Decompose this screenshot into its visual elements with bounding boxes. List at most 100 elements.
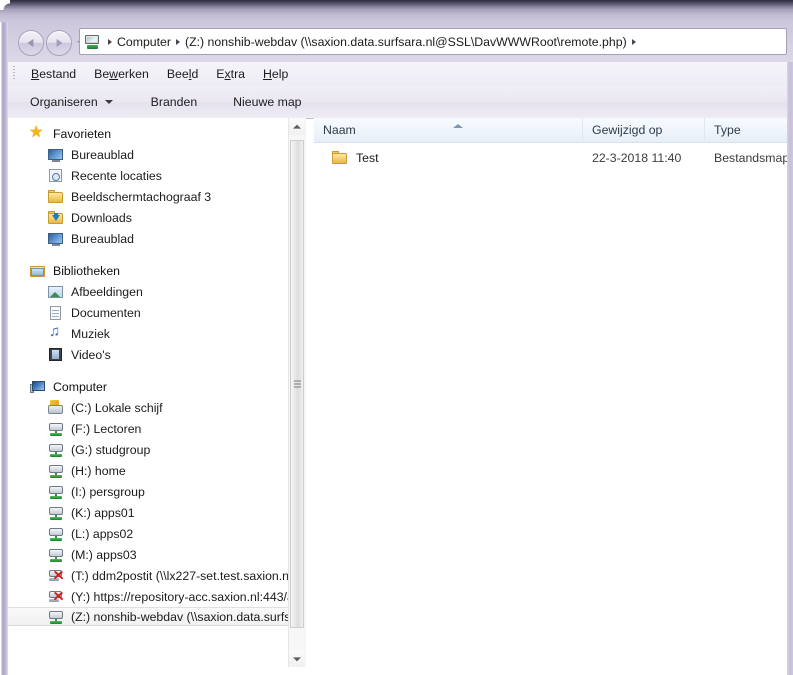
tree-item-m-apps03[interactable]: (M:) apps03 (8, 544, 300, 565)
column-header-gewijzigd-label: Gewijzigd op (592, 123, 663, 137)
organize-button[interactable]: Organiseren (20, 91, 123, 113)
tree-item-bureaublad[interactable]: Bureaublad (8, 228, 300, 249)
chevron-right-icon[interactable] (631, 38, 636, 45)
tree-item-g-studgroup[interactable]: (G:) studgroup (8, 439, 300, 460)
tree-item-label: (Z:) nonshib-webdav (\\saxion.data.surfs… (71, 609, 300, 624)
new-folder-label: Nieuwe map (233, 95, 302, 109)
navigation-pane: Favorieten Bureaublad Recente locaties Beel… (8, 118, 306, 667)
column-header-naam[interactable]: Naam (314, 118, 583, 142)
network-drive-icon (48, 463, 64, 479)
forward-arrow-icon (56, 39, 63, 47)
network-drive-icon (48, 505, 64, 521)
tree-item-video-s[interactable]: Video's (8, 344, 300, 365)
tree-item-muziek[interactable]: Muziek (8, 323, 300, 344)
toolbar-items: Organiseren Branden Nieuwe map (20, 86, 312, 118)
tree-item-label: (F:) Lectoren (71, 421, 142, 436)
tree-item-label: Favorieten (53, 126, 112, 141)
tree-item-i-persgroup[interactable]: (I:) persgroup (8, 481, 300, 502)
computer-icon (84, 34, 101, 50)
desktop-icon (48, 231, 64, 247)
menu-extra[interactable]: Extra (207, 65, 254, 83)
column-header-type-label: Type (714, 123, 741, 137)
scroll-up-button[interactable] (289, 118, 305, 135)
tree-item-label: Bibliotheken (53, 263, 120, 278)
scroll-down-button[interactable] (289, 650, 305, 667)
menu-help[interactable]: Help (254, 65, 297, 83)
pictures-icon (48, 284, 64, 300)
tree-item-label: Downloads (71, 210, 132, 225)
tree-item-l-apps02[interactable]: (L:) apps02 (8, 523, 300, 544)
menu-beeld[interactable]: Beeld (158, 65, 207, 83)
chevron-down-icon (293, 656, 301, 661)
tree-item-downloads[interactable]: Downloads (8, 207, 300, 228)
address-bar: Computer (Z:) nonshib-webdav (\\saxion.d… (8, 22, 793, 62)
videos-icon (48, 347, 64, 363)
scrollbar-thumb[interactable] (290, 140, 304, 628)
tree-item-k-apps01[interactable]: (K:) apps01 (8, 502, 300, 523)
tree-item-f-lectoren[interactable]: (F:) Lectoren (8, 418, 300, 439)
forward-button[interactable] (46, 30, 72, 56)
tree-item-label: (H:) home (71, 463, 126, 478)
tree-group-favorieten[interactable]: Favorieten (8, 122, 300, 144)
star-icon (29, 122, 46, 142)
breadcrumb-item-computer[interactable]: Computer (117, 35, 171, 49)
tree-item-h-home[interactable]: (H:) home (8, 460, 300, 481)
tree-item-c-lokale-schijf[interactable]: (C:) Lokale schijf (8, 397, 300, 418)
cell-type: Bestandsmap (714, 151, 787, 165)
network-drive-icon (48, 547, 64, 563)
tree-group-bibliotheken[interactable]: Bibliotheken (8, 260, 300, 281)
burn-button[interactable]: Branden (141, 91, 208, 113)
computer-icon (30, 379, 46, 395)
table-row[interactable]: Test 22-3-2018 11:40 Bestandsmap (314, 146, 787, 170)
column-header-naam-label: Naam (323, 123, 356, 137)
network-drive-icon (48, 442, 64, 458)
documents-icon (48, 305, 64, 321)
navigation-scrollbar[interactable] (288, 118, 306, 667)
tree-item-label: Muziek (71, 326, 110, 341)
tree-item-recente-locaties[interactable]: Recente locaties (8, 165, 300, 186)
tree-item-label: (G:) studgroup (71, 442, 151, 457)
folder-icon (332, 150, 348, 166)
menu-bestand[interactable]: Bestand (22, 65, 85, 83)
tree-item-z-nonshib-webdav-saxion-data-surfs[interactable]: (Z:) nonshib-webdav (\\saxion.data.surfs… (8, 607, 300, 626)
breadcrumb[interactable]: Computer (Z:) nonshib-webdav (\\saxion.d… (79, 28, 787, 55)
chevron-right-icon (176, 38, 180, 45)
local-disk-icon (48, 399, 64, 416)
scrollbar-track[interactable] (289, 135, 305, 650)
tree-item-label: (I:) persgroup (71, 484, 145, 499)
explorer-window: Computer (Z:) nonshib-webdav (\\saxion.d… (0, 0, 793, 675)
downloads-folder-icon (48, 210, 64, 226)
tree-item-label: Recente locaties (71, 168, 162, 183)
tree-item-label: Bureaublad (71, 231, 134, 246)
tree-item-label: Computer (53, 379, 107, 394)
tree-item-y-https-repository-acc-saxion-nl-4[interactable]: (Y:) https://repository-acc.saxion.nl:44… (8, 586, 300, 607)
network-drive-icon (48, 484, 64, 500)
tree-group-computer[interactable]: Computer (8, 376, 300, 397)
menu-bar: Bestand Bewerken Beeld Extra Help (8, 62, 787, 87)
menu-items: Bestand Bewerken Beeld Extra Help (22, 62, 297, 86)
libraries-icon (30, 263, 46, 279)
file-name: Test (356, 151, 379, 165)
command-toolbar: Organiseren Branden Nieuwe map (8, 86, 787, 119)
tree-item-bureaublad[interactable]: Bureaublad (8, 144, 300, 165)
new-folder-button[interactable]: Nieuwe map (223, 91, 311, 113)
menu-bewerken[interactable]: Bewerken (85, 65, 158, 83)
column-header-gewijzigd-op[interactable]: Gewijzigd op (583, 118, 705, 142)
network-drive-icon (48, 421, 64, 437)
window-border-left (0, 22, 8, 675)
network-drive-icon (48, 526, 64, 542)
cell-naam: Test (332, 150, 379, 166)
tree-item-documenten[interactable]: Documenten (8, 302, 300, 323)
file-list-pane: Naam Gewijzigd op Type Test 22-3-2018 11:… (314, 118, 787, 667)
tree-item-label: Video's (71, 347, 111, 362)
tree-item-t-ddm2postit-lx227-set-test-saxion[interactable]: (T:) ddm2postit (\\lx227-set.test.saxion… (8, 565, 300, 586)
column-header-type[interactable]: Type (705, 118, 787, 142)
breadcrumb-item-drive[interactable]: (Z:) nonshib-webdav (\\saxion.data.surfs… (185, 35, 627, 49)
tree-group-spacer (8, 365, 300, 376)
disconnected-network-drive-icon (48, 568, 64, 584)
tree-item-afbeeldingen[interactable]: Afbeeldingen (8, 281, 300, 302)
menu-grip (13, 66, 15, 81)
back-button[interactable] (18, 30, 44, 56)
recent-locations-icon (48, 168, 64, 184)
tree-item-beeldschermtachograaf-3[interactable]: Beeldschermtachograaf 3 (8, 186, 300, 207)
